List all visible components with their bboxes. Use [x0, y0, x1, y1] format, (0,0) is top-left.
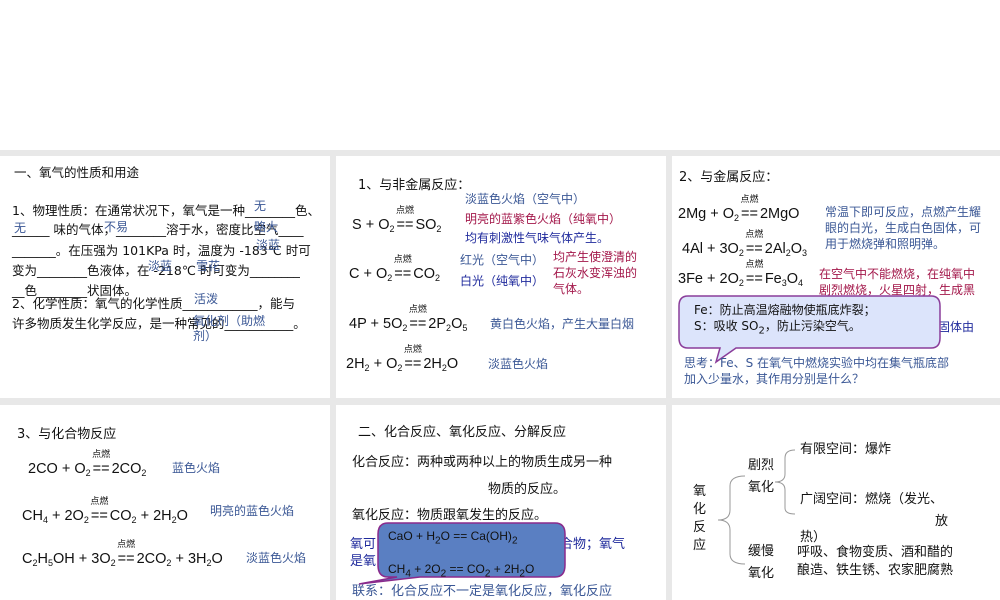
- note: 均有刺激性气味气体产生。: [465, 231, 610, 245]
- note: 淡蓝色火焰: [488, 357, 549, 371]
- note: 淡蓝色火焰: [246, 551, 307, 565]
- note: 淡蓝色火焰（空气中）: [465, 192, 586, 206]
- branch-text: 有限空间：爆炸: [800, 442, 892, 457]
- note: 黄白色火焰，产生大量白烟: [490, 317, 635, 331]
- answer: 淡蓝: [148, 259, 173, 273]
- section-title: 2、与金属反应：: [679, 170, 779, 185]
- text-line: 1、物理性质：在通常状况下，氧气是一种________色、: [12, 203, 320, 218]
- answer: 无: [14, 221, 27, 235]
- equation: 2CO + O2 == 点燃 2CO2: [28, 449, 147, 478]
- answer: 无: [254, 199, 267, 213]
- equation: 3Fe + 2O2 == 点燃 Fe3O4: [678, 259, 804, 288]
- answer: 不易: [104, 220, 129, 234]
- section-title: 3、与化合物反应: [17, 427, 117, 442]
- callout-equation: CaO + H2O == Ca(OH)2: [388, 529, 518, 547]
- note: 常温下即可反应，点燃产生耀: [825, 205, 982, 219]
- violent-oxidation-label: 剧烈氧化: [748, 458, 775, 495]
- definition: 物质的反应。: [488, 482, 567, 497]
- callout-text: S：吸收 SO2，防止污染空气。: [694, 319, 861, 337]
- divider: [330, 150, 336, 600]
- definition: 化合反应：两种或两种以上的物质生成另一种: [352, 455, 613, 470]
- branch-text: 热）: [800, 530, 827, 545]
- branch-text: 酿造、铁生锈、农家肥腐熟: [797, 563, 954, 578]
- question: 思考：Fe、S 在氧气中燃烧实验中均在集气瓶底部: [684, 356, 950, 370]
- equation: 2Mg + O2 == 点燃 2MgO: [678, 194, 800, 223]
- answer: 剂）: [193, 329, 218, 343]
- equation: 2H2 + O2 == 点燃 2H2O: [346, 344, 459, 373]
- question: 加入少量水，其作用分别是什么？: [684, 372, 865, 386]
- note: 蓝色火焰: [172, 461, 221, 475]
- note: 白光（纯氧中）: [460, 274, 545, 288]
- callout-equation: CH4 + 2O2 == CO2 + 2H2O: [388, 562, 535, 580]
- branch-text: 放: [935, 514, 949, 529]
- equation: 4P + 5O2 == 点燃 2P2O5: [349, 304, 468, 333]
- callout-text: Fe：防止高温熔融物使瓶底炸裂；: [694, 303, 876, 317]
- section-title: 一、氧气的性质和用途: [14, 165, 140, 180]
- note: 用于燃烧弹和照明弹。: [825, 237, 946, 251]
- equation: S + O2 == 点燃 SO2: [352, 205, 442, 234]
- note: 气体。: [553, 282, 590, 296]
- answer: 略大: [254, 220, 279, 234]
- relation-text: 联系：化合反应不一定是氧化反应，氧化反应: [352, 584, 613, 599]
- answer: 淡蓝: [256, 238, 281, 252]
- slow-oxidation-label: 缓慢氧化: [748, 544, 775, 581]
- branch-text: 呼吸、食物变质、酒和醋的: [797, 545, 954, 560]
- divider: [0, 150, 1000, 156]
- note: 在空气中不能燃烧，在纯氧中: [819, 267, 976, 281]
- note: 眼的白光，生成白色固体，可: [825, 221, 982, 235]
- text-line: 2、化学性质：氧气的化学性质____________，能与: [12, 296, 295, 311]
- answer: 氧化剂（助燃: [193, 314, 266, 328]
- equation: C + O2 == 点燃 CO2: [349, 254, 440, 283]
- divider: [0, 398, 1000, 405]
- equation: C2H5OH + 3O2 == 点燃 2CO2 + 3H2O: [22, 539, 223, 568]
- note: 明亮的蓝色火焰: [210, 504, 295, 518]
- divider: [666, 150, 672, 600]
- note: 石灰水变浑浊的: [553, 266, 638, 280]
- note: 明亮的蓝紫色火焰（纯氧中）: [465, 212, 622, 226]
- answer: 活泼: [194, 292, 219, 306]
- branch-text: 广阔空间：燃烧（发光、: [800, 492, 944, 507]
- section-title: 1、与非金属反应：: [358, 178, 471, 193]
- section-title: 二、化合反应、氧化反应、分解反应: [358, 425, 567, 440]
- answer: 雪花: [196, 259, 221, 273]
- note: 红光（空气中）: [460, 253, 545, 267]
- note: 均产生使澄清的: [553, 250, 638, 264]
- equation: CH4 + 2O2 == 点燃 CO2 + 2H2O: [22, 496, 188, 525]
